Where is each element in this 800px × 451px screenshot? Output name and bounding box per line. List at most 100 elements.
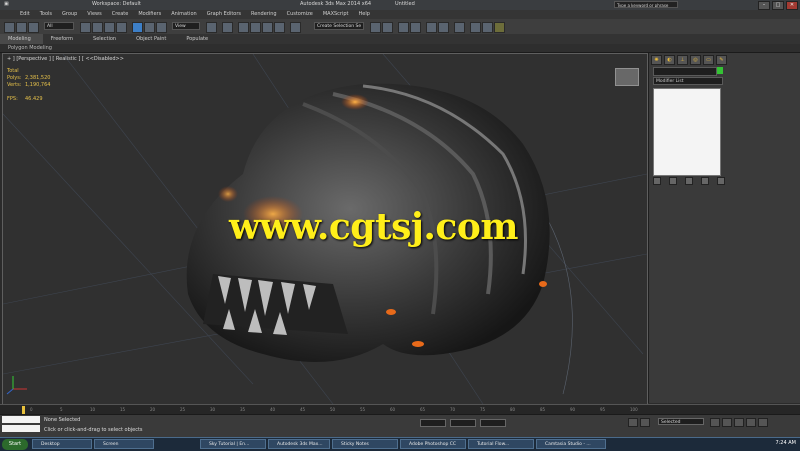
menu-maxscript[interactable]: MAXScript — [323, 10, 349, 19]
perspective-viewport[interactable]: + ] [Perspective ] [ Realistic ] [ <<Dis… — [2, 53, 648, 405]
object-color-swatch[interactable] — [717, 67, 723, 74]
select-object-icon[interactable] — [80, 22, 91, 33]
taskbar-item[interactable]: Camtasia Studio - ... — [536, 439, 606, 449]
align-icon[interactable] — [382, 22, 393, 33]
y-coord-field[interactable] — [450, 419, 476, 427]
link-icon[interactable] — [28, 22, 39, 33]
selection-filter-dropdown[interactable]: All — [44, 22, 74, 30]
render-setup-icon[interactable] — [470, 22, 481, 33]
mirror-icon[interactable] — [370, 22, 381, 33]
make-unique-icon[interactable] — [685, 177, 693, 185]
polygon-modeling-label[interactable]: Polygon Modeling — [8, 44, 52, 52]
motion-tab-icon[interactable]: ◎ — [690, 55, 701, 65]
pin-stack-icon[interactable] — [653, 177, 661, 185]
menu-rendering[interactable]: Rendering — [251, 10, 277, 19]
z-coord-field[interactable] — [480, 419, 506, 427]
timeline-tick-label: 30 — [210, 407, 216, 412]
go-to-start-icon[interactable] — [710, 418, 720, 427]
undo-icon[interactable] — [4, 22, 15, 33]
x-coord-field[interactable] — [420, 419, 446, 427]
rendered-frame-icon[interactable] — [482, 22, 493, 33]
manipulate-icon[interactable] — [222, 22, 233, 33]
taskbar-item[interactable]: Adobe Photoshop CC — [400, 439, 466, 449]
menu-group[interactable]: Group — [62, 10, 77, 19]
taskbar-item[interactable]: Desktop — [32, 439, 92, 449]
tab-selection[interactable]: Selection — [85, 34, 128, 44]
modify-tab-icon[interactable]: ◐ — [664, 55, 675, 65]
create-tab-icon[interactable]: ✺ — [651, 55, 662, 65]
auto-key-button[interactable] — [628, 418, 638, 427]
rect-selection-icon[interactable] — [104, 22, 115, 33]
object-name-field[interactable] — [653, 67, 717, 76]
maximize-button[interactable]: □ — [772, 1, 784, 10]
go-to-end-icon[interactable] — [758, 418, 768, 427]
spinner-snap-icon[interactable] — [274, 22, 285, 33]
curve-editor-icon[interactable] — [426, 22, 437, 33]
timeline-tick-label: 20 — [150, 407, 156, 412]
modifier-list-dropdown[interactable]: Modifier List — [653, 77, 723, 85]
material-editor-icon[interactable] — [454, 22, 465, 33]
maxscript-listener-input[interactable] — [2, 416, 40, 423]
render-icon[interactable] — [494, 22, 505, 33]
scale-icon[interactable] — [156, 22, 167, 33]
taskbar-item[interactable]: Screen — [94, 439, 154, 449]
menu-animation[interactable]: Animation — [171, 10, 197, 19]
menu-tools[interactable]: Tools — [40, 10, 52, 19]
menu-create[interactable]: Create — [112, 10, 129, 19]
maxscript-output[interactable] — [2, 425, 40, 432]
minimize-button[interactable]: – — [758, 1, 770, 10]
menu-bar: Edit Tools Group Views Create Modifiers … — [0, 10, 800, 19]
viewcube-icon[interactable] — [615, 68, 639, 86]
modifier-stack[interactable] — [653, 88, 721, 176]
utilities-tab-icon[interactable]: ✎ — [716, 55, 727, 65]
set-key-button[interactable] — [640, 418, 650, 427]
workspace-selector[interactable]: Workspace: Default — [92, 1, 141, 7]
menu-edit[interactable]: Edit — [20, 10, 30, 19]
app-icon[interactable]: ▣ — [4, 1, 9, 7]
edit-named-selection-icon[interactable] — [290, 22, 301, 33]
rotate-icon[interactable] — [144, 22, 155, 33]
move-icon[interactable] — [132, 22, 143, 33]
pivot-icon[interactable] — [206, 22, 217, 33]
menu-modifiers[interactable]: Modifiers — [138, 10, 161, 19]
viewport-label[interactable]: + ] [Perspective ] [ Realistic ] [ <<Dis… — [7, 56, 124, 62]
display-tab-icon[interactable]: ▭ — [703, 55, 714, 65]
menu-views[interactable]: Views — [87, 10, 101, 19]
schematic-view-icon[interactable] — [438, 22, 449, 33]
percent-snap-icon[interactable] — [262, 22, 273, 33]
reference-coord-dropdown[interactable]: View — [172, 22, 200, 30]
previous-frame-icon[interactable] — [722, 418, 732, 427]
remove-modifier-icon[interactable] — [701, 177, 709, 185]
hierarchy-tab-icon[interactable]: ⊥ — [677, 55, 688, 65]
tab-modeling[interactable]: Modeling — [0, 34, 43, 44]
taskbar-item[interactable]: Sky Tutorial | En... — [200, 439, 266, 449]
close-button[interactable]: ✕ — [786, 1, 798, 10]
main-toolbar: All View Create Selection Se — [0, 19, 800, 35]
search-input[interactable]: Type a keyword or phrase — [614, 1, 678, 8]
stat-polys-label: Polys: — [7, 75, 22, 81]
start-button[interactable]: Start — [2, 439, 28, 450]
ribbon-toggle-icon[interactable] — [410, 22, 421, 33]
named-selection-dropdown[interactable]: Create Selection Se — [314, 22, 364, 30]
snap-icon[interactable] — [238, 22, 249, 33]
tab-populate[interactable]: Populate — [178, 34, 220, 44]
play-icon[interactable] — [734, 418, 744, 427]
taskbar-item[interactable]: Sticky Notes — [332, 439, 398, 449]
tab-freeform[interactable]: Freeform — [43, 34, 85, 44]
next-frame-icon[interactable] — [746, 418, 756, 427]
taskbar-item[interactable]: Tutorial Flow... — [468, 439, 534, 449]
menu-graph-editors[interactable]: Graph Editors — [207, 10, 241, 19]
redo-icon[interactable] — [16, 22, 27, 33]
angle-snap-icon[interactable] — [250, 22, 261, 33]
menu-help[interactable]: Help — [359, 10, 370, 19]
tab-object-paint[interactable]: Object Paint — [128, 34, 178, 44]
time-slider-handle[interactable] — [22, 406, 25, 414]
window-crossing-icon[interactable] — [116, 22, 127, 33]
taskbar-item[interactable]: Autodesk 3ds Max... — [268, 439, 330, 449]
layer-manager-icon[interactable] — [398, 22, 409, 33]
menu-customize[interactable]: Customize — [287, 10, 313, 19]
show-end-result-icon[interactable] — [669, 177, 677, 185]
select-by-name-icon[interactable] — [92, 22, 103, 33]
key-filter-dropdown[interactable]: Selected — [658, 418, 704, 425]
configure-sets-icon[interactable] — [717, 177, 725, 185]
